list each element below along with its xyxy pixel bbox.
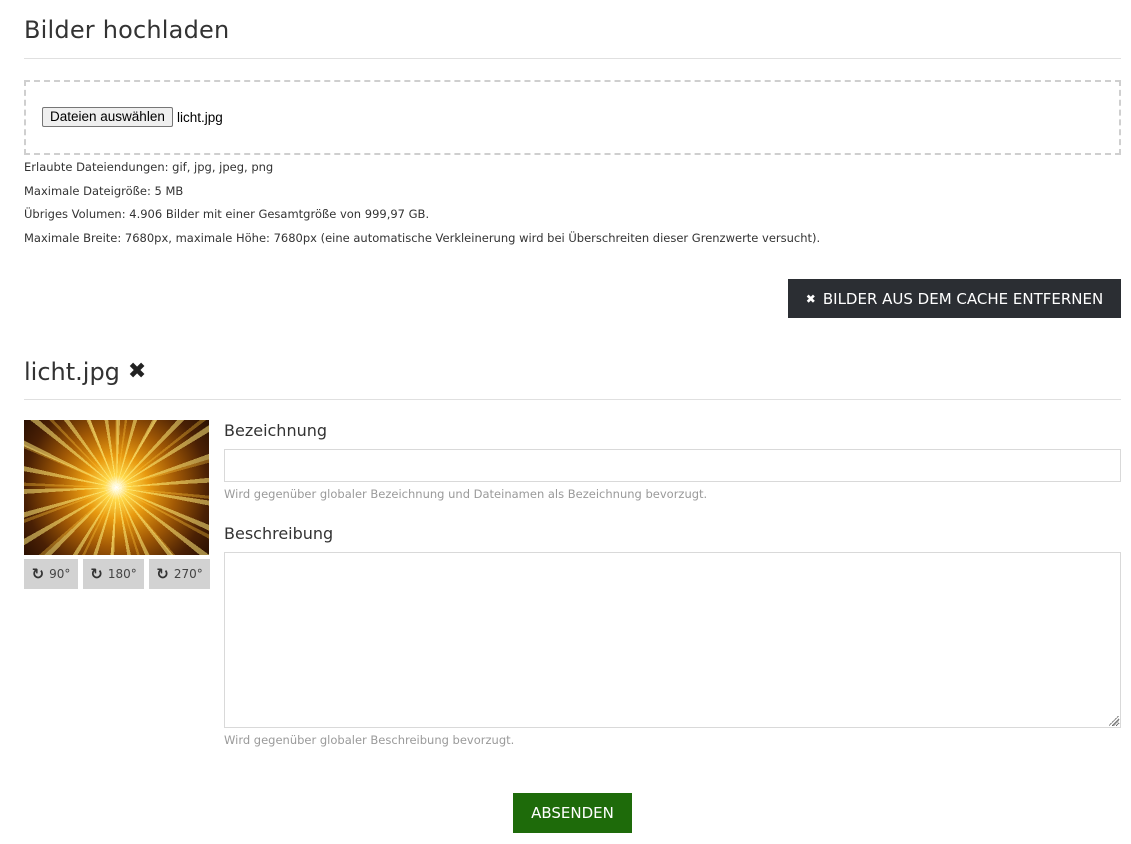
thumbnail-rays bbox=[24, 420, 209, 555]
rotate-270-label: 270° bbox=[173, 567, 203, 581]
image-filename: licht.jpg bbox=[24, 358, 120, 386]
submit-button[interactable]: Absenden bbox=[513, 793, 632, 833]
designation-hint: Wird gegenüber globaler Bezeichnung und … bbox=[224, 487, 708, 501]
divider bbox=[24, 58, 1121, 59]
close-icon: ✖ bbox=[805, 291, 816, 306]
rotate-90-label: 90° bbox=[49, 567, 71, 581]
rotate-90-button[interactable]: ↻ 90° bbox=[24, 559, 78, 589]
image-title: licht.jpg ✖ bbox=[24, 358, 146, 386]
selected-file-name: licht.jpg bbox=[177, 110, 223, 125]
page-title: Bilder hochladen bbox=[24, 16, 230, 44]
rotate-180-button[interactable]: ↻ 180° bbox=[83, 559, 144, 589]
upload-dropzone[interactable]: Dateien auswählen licht.jpg bbox=[24, 80, 1121, 155]
rotate-clockwise-icon: ↻ bbox=[156, 565, 169, 583]
rotate-270-button[interactable]: ↻ 270° bbox=[149, 559, 210, 589]
close-icon[interactable]: ✖ bbox=[128, 361, 146, 383]
designation-label: Bezeichnung bbox=[224, 421, 328, 440]
designation-input[interactable] bbox=[224, 449, 1121, 482]
description-hint: Wird gegenüber globaler Beschreibung bev… bbox=[224, 733, 515, 747]
choose-files-button[interactable]: Dateien auswählen bbox=[42, 107, 173, 127]
rotate-clockwise-icon: ↻ bbox=[31, 565, 45, 583]
clear-cache-button-label: Bilder aus dem Cache entfernen bbox=[822, 289, 1104, 308]
image-thumbnail bbox=[24, 420, 209, 555]
rotate-clockwise-icon: ↻ bbox=[90, 565, 103, 583]
max-dimensions-info: Maximale Breite: 7680px, maximale Höhe: … bbox=[24, 231, 821, 245]
allowed-extensions-info: Erlaubte Dateiendungen: gif, jpg, jpeg, … bbox=[24, 160, 274, 174]
divider bbox=[24, 399, 1121, 400]
remaining-volume-info: Übriges Volumen: 4.906 Bilder mit einer … bbox=[24, 207, 430, 221]
resize-handle-icon[interactable] bbox=[1109, 716, 1119, 726]
max-filesize-info: Maximale Dateigröße: 5 MB bbox=[24, 184, 184, 198]
description-textarea[interactable] bbox=[224, 552, 1121, 728]
description-label: Beschreibung bbox=[224, 524, 334, 543]
rotate-180-label: 180° bbox=[107, 567, 137, 581]
clear-cache-button[interactable]: ✖ Bilder aus dem Cache entfernen bbox=[788, 279, 1121, 318]
